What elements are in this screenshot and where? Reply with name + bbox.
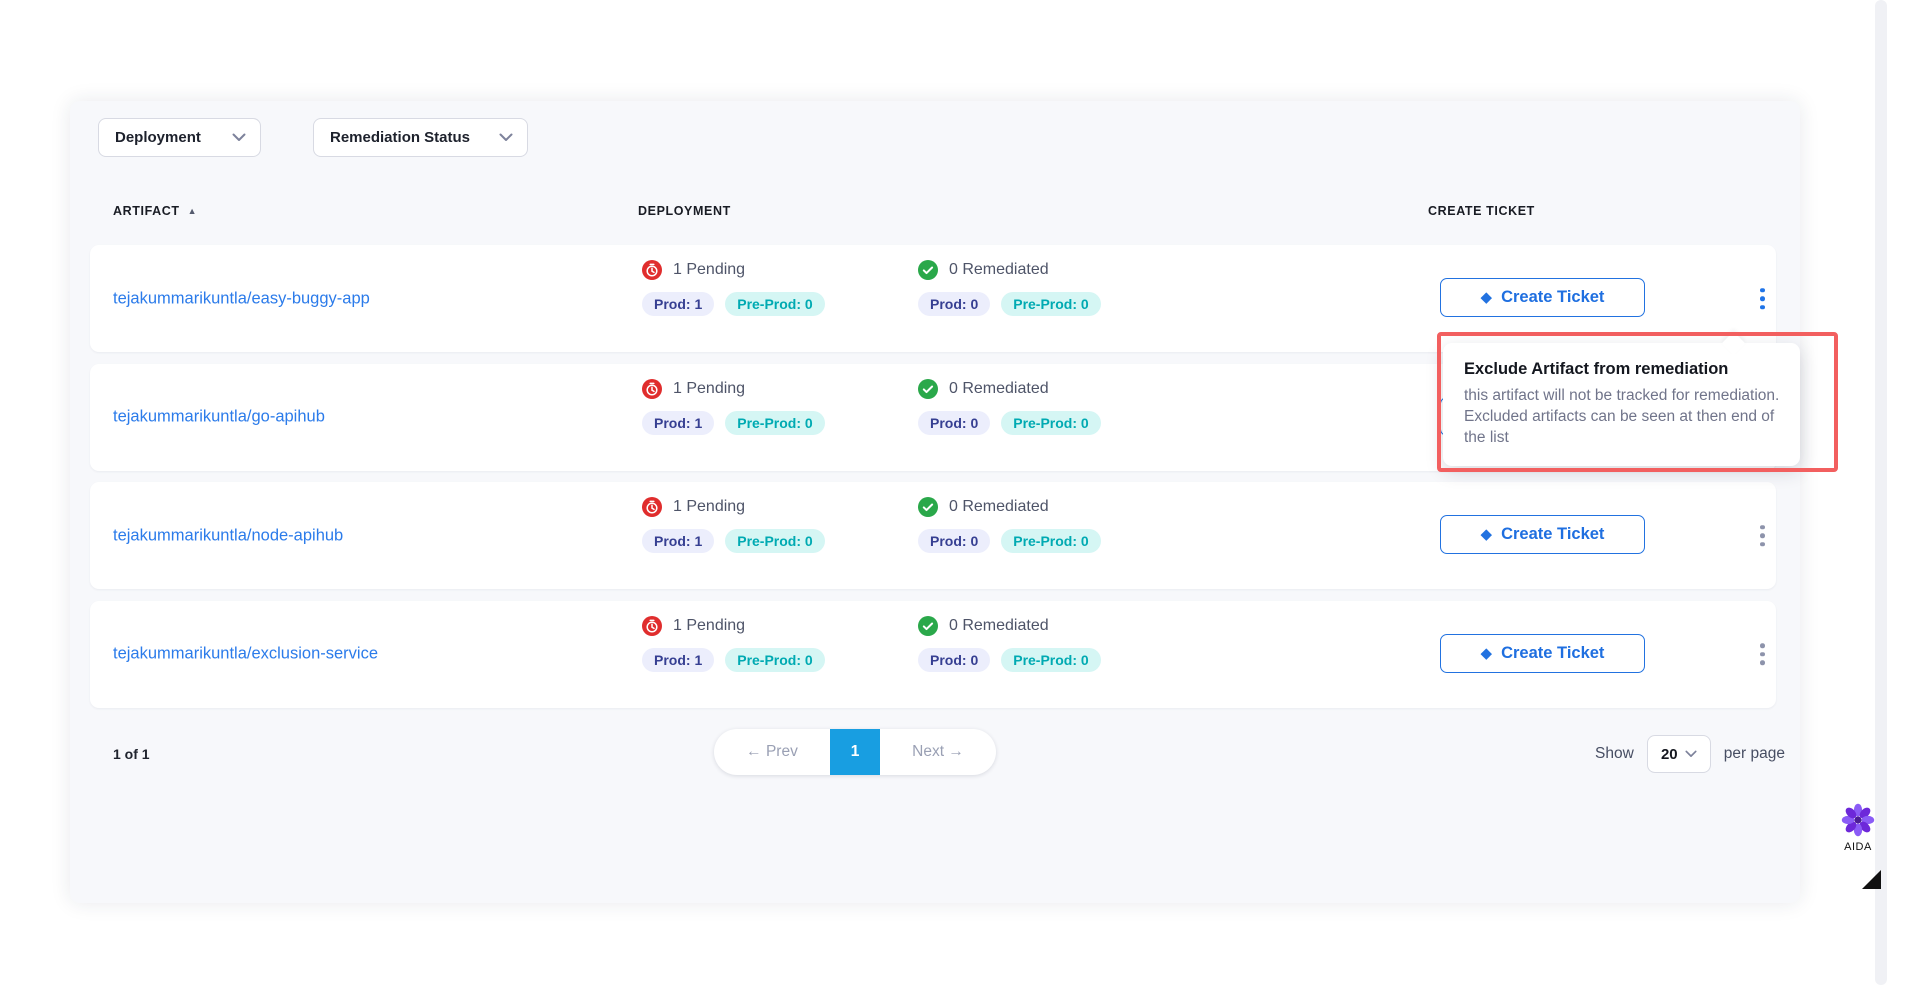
pending-status-group: 1 Pending Prod: 1 Pre-Prod: 0: [642, 260, 825, 316]
remediated-count-label: 0 Remediated: [949, 380, 1049, 398]
column-header-artifact[interactable]: ARTIFACT ▲: [113, 204, 197, 218]
remediation-panel: Deployment Remediation Status ARTIFACT ▲…: [70, 101, 1800, 903]
show-label: Show: [1595, 745, 1634, 763]
chevron-down-icon: [232, 133, 246, 142]
aida-assistant-widget[interactable]: AIDA: [1830, 802, 1886, 853]
remediated-check-icon: [918, 260, 938, 280]
pending-status-group: 1 Pending Prod: 1 Pre-Prod: 0: [642, 379, 825, 435]
current-page-button[interactable]: 1: [830, 729, 880, 775]
artifact-header-label: ARTIFACT: [113, 204, 180, 218]
remediated-count-label: 0 Remediated: [949, 498, 1049, 516]
preprod-badge: Pre-Prod: 0: [1001, 292, 1100, 316]
deployment-filter-dropdown[interactable]: Deployment: [98, 118, 261, 157]
prod-badge: Prod: 1: [642, 292, 714, 316]
remediated-check-icon: [918, 497, 938, 517]
remediated-status-group: 0 Remediated Prod: 0 Pre-Prod: 0: [918, 379, 1101, 435]
create-ticket-button[interactable]: ◆ Create Ticket: [1440, 278, 1645, 317]
remediated-status-group: 0 Remediated Prod: 0 Pre-Prod: 0: [918, 260, 1101, 316]
preprod-badge: Pre-Prod: 0: [725, 411, 824, 435]
pending-status-group: 1 Pending Prod: 1 Pre-Prod: 0: [642, 497, 825, 553]
create-ticket-button[interactable]: ◆ Create Ticket: [1440, 634, 1645, 673]
create-ticket-label: Create Ticket: [1501, 288, 1604, 307]
create-ticket-button[interactable]: ◆ Create Ticket: [1440, 515, 1645, 554]
prod-badge: Prod: 0: [918, 411, 990, 435]
pending-status-group: 1 Pending Prod: 1 Pre-Prod: 0: [642, 616, 825, 672]
prod-badge: Prod: 0: [918, 529, 990, 553]
aida-flower-icon: [1840, 802, 1876, 838]
artifact-link[interactable]: tejakummarikuntla/go-apihub: [113, 408, 325, 427]
kebab-menu-button[interactable]: [1752, 517, 1773, 555]
column-header-deployment: DEPLOYMENT: [638, 204, 731, 218]
remediated-count-label: 0 Remediated: [949, 261, 1049, 279]
artifact-link[interactable]: tejakummarikuntla/node-apihub: [113, 526, 343, 545]
kebab-menu-button[interactable]: [1752, 280, 1773, 318]
page-size-select[interactable]: 20: [1647, 735, 1711, 773]
preprod-badge: Pre-Prod: 0: [1001, 411, 1100, 435]
prod-badge: Prod: 1: [642, 411, 714, 435]
pagination-control: ← Prev 1 Next →: [714, 729, 996, 775]
next-page-button[interactable]: Next →: [880, 743, 996, 761]
chevron-down-icon: [499, 133, 513, 142]
pending-timer-icon: [642, 497, 662, 517]
preprod-badge: Pre-Prod: 0: [1001, 648, 1100, 672]
pending-count-label: 1 Pending: [673, 261, 745, 279]
artifact-link[interactable]: tejakummarikuntla/easy-buggy-app: [113, 289, 370, 308]
artifact-link[interactable]: tejakummarikuntla/exclusion-service: [113, 645, 378, 664]
table-row: tejakummarikuntla/easy-buggy-app 1 Pendi…: [90, 245, 1776, 352]
ticket-diamond-icon: ◆: [1481, 290, 1493, 305]
pending-timer-icon: [642, 616, 662, 636]
chevron-down-icon: [1685, 750, 1697, 758]
page-size-value: 20: [1661, 746, 1678, 763]
prod-badge: Prod: 0: [918, 292, 990, 316]
remediation-status-filter-dropdown[interactable]: Remediation Status: [313, 118, 528, 157]
prod-badge: Prod: 1: [642, 529, 714, 553]
preprod-badge: Pre-Prod: 0: [725, 292, 824, 316]
tooltip-title: Exclude Artifact from remediation: [1464, 360, 1780, 379]
sort-ascending-icon: ▲: [188, 206, 198, 216]
preprod-badge: Pre-Prod: 0: [725, 648, 824, 672]
cursor-icon: [1862, 870, 1881, 889]
prev-page-button[interactable]: ← Prev: [714, 743, 830, 761]
remediated-count-label: 0 Remediated: [949, 617, 1049, 635]
remediated-status-group: 0 Remediated Prod: 0 Pre-Prod: 0: [918, 616, 1101, 672]
exclude-artifact-tooltip: Exclude Artifact from remediation this a…: [1443, 343, 1800, 466]
prod-badge: Prod: 0: [918, 648, 990, 672]
preprod-badge: Pre-Prod: 0: [725, 529, 824, 553]
page-size-control: Show 20 per page: [1595, 735, 1785, 773]
remediated-check-icon: [918, 616, 938, 636]
pending-count-label: 1 Pending: [673, 498, 745, 516]
remediated-check-icon: [918, 379, 938, 399]
column-header-create-ticket: CREATE TICKET: [1428, 204, 1535, 218]
page-summary: 1 of 1: [113, 746, 150, 762]
create-ticket-label: Create Ticket: [1501, 525, 1604, 544]
kebab-menu-button[interactable]: [1752, 635, 1773, 673]
table-row: tejakummarikuntla/exclusion-service 1 Pe…: [90, 601, 1776, 708]
preprod-badge: Pre-Prod: 0: [1001, 529, 1100, 553]
deployment-filter-label: Deployment: [115, 129, 201, 146]
table-row: tejakummarikuntla/node-apihub 1 Pending …: [90, 482, 1776, 589]
prod-badge: Prod: 1: [642, 648, 714, 672]
tooltip-body: this artifact will not be tracked for re…: [1464, 386, 1786, 449]
pending-count-label: 1 Pending: [673, 380, 745, 398]
pending-timer-icon: [642, 260, 662, 280]
ticket-diamond-icon: ◆: [1481, 646, 1493, 661]
remediation-status-filter-label: Remediation Status: [330, 129, 470, 146]
pending-count-label: 1 Pending: [673, 617, 745, 635]
pending-timer-icon: [642, 379, 662, 399]
ticket-diamond-icon: ◆: [1481, 527, 1493, 542]
table-header: ARTIFACT ▲ DEPLOYMENT CREATE TICKET: [70, 200, 1800, 226]
remediated-status-group: 0 Remediated Prod: 0 Pre-Prod: 0: [918, 497, 1101, 553]
artifact-rows: tejakummarikuntla/easy-buggy-app 1 Pendi…: [90, 245, 1776, 719]
per-page-label: per page: [1724, 745, 1785, 763]
create-ticket-label: Create Ticket: [1501, 644, 1604, 663]
aida-label: AIDA: [1830, 841, 1886, 853]
